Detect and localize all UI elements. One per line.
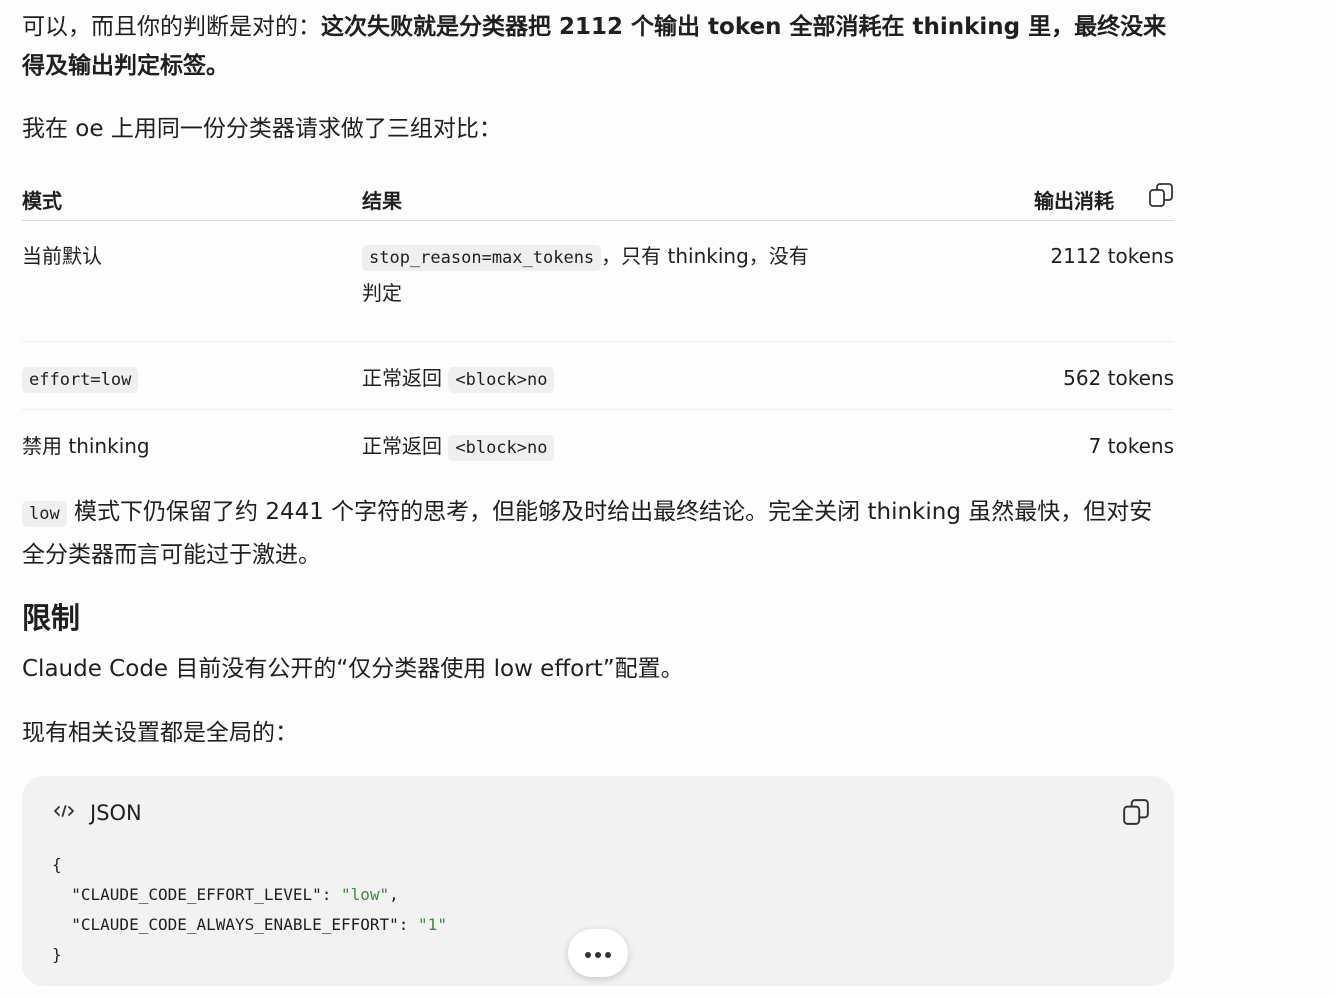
- result-code: <block>no: [448, 435, 555, 461]
- table-row: 当前默认 stop_reason=max_tokens ，只有 thinking，…: [22, 220, 1174, 342]
- result-text: 正常返回: [362, 434, 442, 458]
- cell-result: 正常返回 <block>no: [362, 410, 812, 478]
- limits-paragraph: Claude Code 目前没有公开的“仅分类器使用 low effort”配置…: [22, 656, 684, 682]
- cell-mode: effort=low: [22, 341, 362, 410]
- header-result: 结果: [362, 178, 812, 221]
- note-paragraph: low 模式下仍保留了约 2441 个字符的思考，但能够及时给出最终结论。完全关…: [22, 492, 1174, 576]
- result-code: <block>no: [448, 367, 555, 393]
- cell-result: stop_reason=max_tokens ，只有 thinking，没有判定: [362, 220, 812, 342]
- comparison-table: 模式 结果 输出消耗 当前默认 stop_reason=max_tokens ，只…: [22, 178, 1174, 477]
- code-value: "low": [340, 885, 390, 904]
- code-key: "CLAUDE_CODE_ALWAYS_ENABLE_EFFORT": [71, 915, 399, 934]
- more-horizontal-icon: [583, 944, 613, 963]
- table-row: 禁用 thinking 正常返回 <block>no 7 tokens: [22, 410, 1174, 478]
- intro-text: 可以，而且你的判断是对的：: [22, 14, 321, 40]
- settings-lead: 现有相关设置都是全局的：: [22, 720, 298, 746]
- intro-paragraph: 可以，而且你的判断是对的：这次失败就是分类器把 2112 个输出 token 全…: [22, 8, 1174, 86]
- mode-code: effort=low: [22, 367, 139, 393]
- more-options-button[interactable]: [568, 929, 628, 977]
- code-content: { "CLAUDE_CODE_EFFORT_LEVEL": "low", "CL…: [52, 855, 447, 964]
- copy-icon[interactable]: [1148, 182, 1174, 208]
- cell-result: 正常返回 <block>no: [362, 341, 812, 410]
- code-key: "CLAUDE_CODE_EFFORT_LEVEL": [71, 885, 322, 904]
- note-code: low: [22, 501, 67, 527]
- copy-icon[interactable]: [1122, 798, 1150, 826]
- cell-mode: 禁用 thinking: [22, 434, 150, 458]
- code-value: "1": [418, 915, 447, 934]
- note-text: 模式下仍保留了约 2441 个字符的思考，但能够及时给出最终结论。完全关闭 th…: [22, 499, 1153, 568]
- header-mode: 模式: [22, 178, 362, 221]
- table-header-row: 模式 结果 输出消耗: [22, 178, 1174, 221]
- table-row: effort=low 正常返回 <block>no 562 tokens: [22, 341, 1174, 410]
- cell-tokens: 2112 tokens: [812, 220, 1174, 342]
- code-open-brace: {: [52, 855, 62, 874]
- result-code: stop_reason=max_tokens: [362, 245, 602, 271]
- limits-heading: 限制: [22, 601, 81, 635]
- cell-tokens: 562 tokens: [812, 341, 1174, 410]
- code-language: JSON: [90, 801, 142, 825]
- code-close-brace: }: [52, 945, 62, 964]
- cell-tokens: 7 tokens: [1088, 434, 1174, 458]
- code-icon: [52, 802, 76, 824]
- cell-mode: 当前默认: [22, 220, 362, 342]
- header-tokens: 输出消耗: [812, 178, 1174, 221]
- lead-paragraph: 我在 oe 上用同一份分类器请求做了三组对比：: [22, 116, 502, 142]
- result-text: 正常返回: [362, 366, 442, 390]
- code-block-header: JSON: [52, 798, 142, 828]
